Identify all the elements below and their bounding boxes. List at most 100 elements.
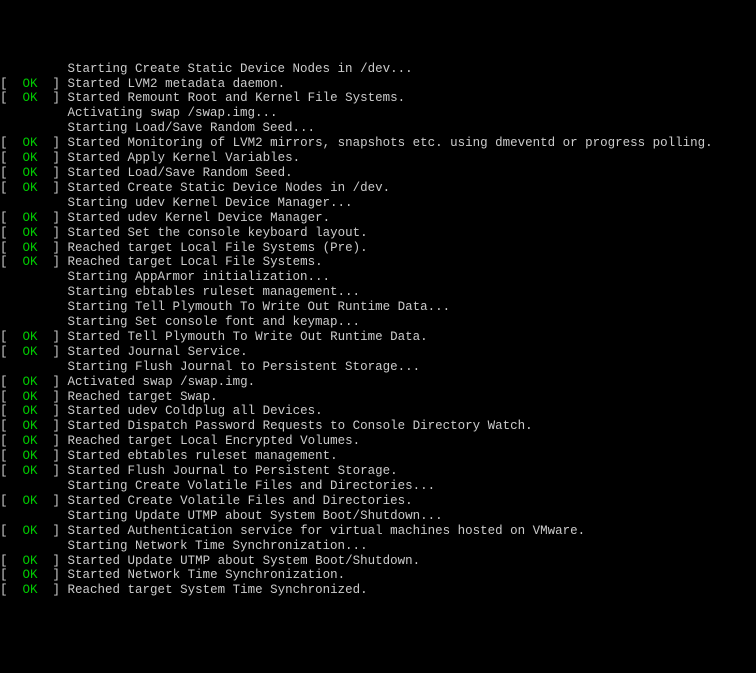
indent [0, 62, 68, 76]
status-bracket-open: [ [0, 449, 23, 463]
boot-line: [ OK ] Activated swap /swap.img. [0, 375, 756, 390]
boot-message: Started udev Kernel Device Manager. [68, 211, 331, 225]
boot-line: [ OK ] Reached target System Time Synchr… [0, 583, 756, 598]
boot-message: Reached target Swap. [68, 390, 218, 404]
status-ok: OK [23, 241, 38, 255]
boot-line: [ OK ] Reached target Local Encrypted Vo… [0, 434, 756, 449]
boot-line: [ OK ] Started LVM2 metadata daemon. [0, 77, 756, 92]
status-ok: OK [23, 404, 38, 418]
status-bracket-close: ] [38, 166, 68, 180]
status-ok: OK [23, 449, 38, 463]
boot-line: [ OK ] Started Tell Plymouth To Write Ou… [0, 330, 756, 345]
boot-line: Starting Network Time Synchronization... [0, 539, 756, 554]
status-ok: OK [23, 568, 38, 582]
boot-message: Starting Create Volatile Files and Direc… [68, 479, 436, 493]
boot-line: [ OK ] Started Apply Kernel Variables. [0, 151, 756, 166]
status-bracket-open: [ [0, 345, 23, 359]
boot-message: Activating swap /swap.img... [68, 106, 278, 120]
status-bracket-open: [ [0, 241, 23, 255]
boot-message: Started Monitoring of LVM2 mirrors, snap… [68, 136, 713, 150]
status-ok: OK [23, 77, 38, 91]
boot-line: Starting Tell Plymouth To Write Out Runt… [0, 300, 756, 315]
status-bracket-close: ] [38, 449, 68, 463]
status-bracket-open: [ [0, 226, 23, 240]
boot-line: [ OK ] Started Network Time Synchronizat… [0, 568, 756, 583]
boot-message: Starting Tell Plymouth To Write Out Runt… [68, 300, 451, 314]
status-bracket-open: [ [0, 136, 23, 150]
boot-message: Started Dispatch Password Requests to Co… [68, 419, 533, 433]
boot-message: Started Remount Root and Kernel File Sys… [68, 91, 406, 105]
status-bracket-close: ] [38, 404, 68, 418]
boot-message: Starting ebtables ruleset management... [68, 285, 361, 299]
boot-message: Started Flush Journal to Persistent Stor… [68, 464, 398, 478]
status-bracket-close: ] [38, 345, 68, 359]
boot-line: Starting Create Static Device Nodes in /… [0, 62, 756, 77]
indent [0, 270, 68, 284]
status-bracket-close: ] [38, 568, 68, 582]
boot-line: [ OK ] Started Authentication service fo… [0, 524, 756, 539]
status-bracket-close: ] [38, 181, 68, 195]
boot-line: [ OK ] Reached target Local File Systems… [0, 255, 756, 270]
boot-message: Started Set the console keyboard layout. [68, 226, 368, 240]
boot-line: Starting ebtables ruleset management... [0, 285, 756, 300]
indent [0, 300, 68, 314]
boot-message: Starting Set console font and keymap... [68, 315, 361, 329]
boot-message: Starting Create Static Device Nodes in /… [68, 62, 413, 76]
boot-line: [ OK ] Reached target Swap. [0, 390, 756, 405]
boot-message: Starting Flush Journal to Persistent Sto… [68, 360, 421, 374]
boot-line: [ OK ] Started udev Coldplug all Devices… [0, 404, 756, 419]
status-bracket-close: ] [38, 554, 68, 568]
status-bracket-open: [ [0, 181, 23, 195]
status-bracket-close: ] [38, 151, 68, 165]
boot-line: [ OK ] Started Load/Save Random Seed. [0, 166, 756, 181]
status-ok: OK [23, 464, 38, 478]
status-bracket-open: [ [0, 568, 23, 582]
status-bracket-open: [ [0, 375, 23, 389]
status-bracket-close: ] [38, 77, 68, 91]
boot-line: Starting Update UTMP about System Boot/S… [0, 509, 756, 524]
status-bracket-open: [ [0, 434, 23, 448]
status-bracket-open: [ [0, 166, 23, 180]
boot-message: Started Create Static Device Nodes in /d… [68, 181, 391, 195]
status-ok: OK [23, 524, 38, 538]
status-bracket-open: [ [0, 404, 23, 418]
indent [0, 106, 68, 120]
boot-message: Reached target System Time Synchronized. [68, 583, 368, 597]
status-bracket-open: [ [0, 151, 23, 165]
boot-line: Starting Create Volatile Files and Direc… [0, 479, 756, 494]
status-ok: OK [23, 390, 38, 404]
boot-line: Activating swap /swap.img... [0, 106, 756, 121]
boot-line: [ OK ] Started Create Volatile Files and… [0, 494, 756, 509]
status-bracket-close: ] [38, 241, 68, 255]
boot-message: Starting AppArmor initialization... [68, 270, 331, 284]
indent [0, 479, 68, 493]
boot-message: Activated swap /swap.img. [68, 375, 256, 389]
boot-message: Starting Update UTMP about System Boot/S… [68, 509, 443, 523]
boot-message: Started Apply Kernel Variables. [68, 151, 301, 165]
boot-message: Started Update UTMP about System Boot/Sh… [68, 554, 421, 568]
status-bracket-open: [ [0, 77, 23, 91]
status-bracket-open: [ [0, 464, 23, 478]
status-ok: OK [23, 181, 38, 195]
boot-message: Started Journal Service. [68, 345, 248, 359]
boot-line: [ OK ] Reached target Local File Systems… [0, 241, 756, 256]
status-bracket-close: ] [38, 583, 68, 597]
boot-line: [ OK ] Started Set the console keyboard … [0, 226, 756, 241]
boot-message: Started udev Coldplug all Devices. [68, 404, 323, 418]
status-ok: OK [23, 330, 38, 344]
status-ok: OK [23, 583, 38, 597]
indent [0, 509, 68, 523]
status-bracket-close: ] [38, 255, 68, 269]
indent [0, 285, 68, 299]
boot-message: Started Load/Save Random Seed. [68, 166, 293, 180]
boot-message: Started Create Volatile Files and Direct… [68, 494, 413, 508]
boot-console: Starting Create Static Device Nodes in /… [0, 62, 756, 599]
status-bracket-close: ] [38, 226, 68, 240]
status-bracket-close: ] [38, 330, 68, 344]
status-bracket-open: [ [0, 91, 23, 105]
boot-line: [ OK ] Started Update UTMP about System … [0, 554, 756, 569]
status-ok: OK [23, 434, 38, 448]
status-bracket-close: ] [38, 136, 68, 150]
boot-line: Starting Load/Save Random Seed... [0, 121, 756, 136]
status-bracket-open: [ [0, 583, 23, 597]
